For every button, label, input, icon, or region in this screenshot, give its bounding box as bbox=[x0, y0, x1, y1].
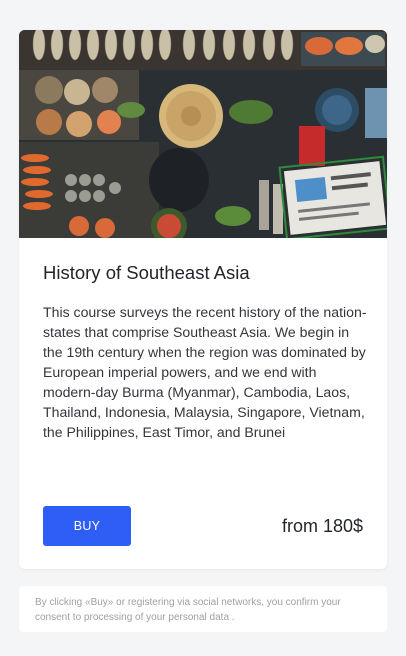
consent-notice: By clicking «Buy» or registering via soc… bbox=[19, 586, 387, 632]
consent-text: By clicking «Buy» or registering via soc… bbox=[35, 597, 341, 623]
price-label: from 180$ bbox=[281, 516, 363, 536]
course-card: History of Southeast Asia This course su… bbox=[19, 30, 387, 569]
course-description: This course surveys the recent history o… bbox=[43, 304, 367, 440]
course-image bbox=[19, 30, 387, 238]
course-title: History of Southeast Asia bbox=[43, 262, 250, 283]
buy-button[interactable]: BUY bbox=[43, 506, 131, 546]
